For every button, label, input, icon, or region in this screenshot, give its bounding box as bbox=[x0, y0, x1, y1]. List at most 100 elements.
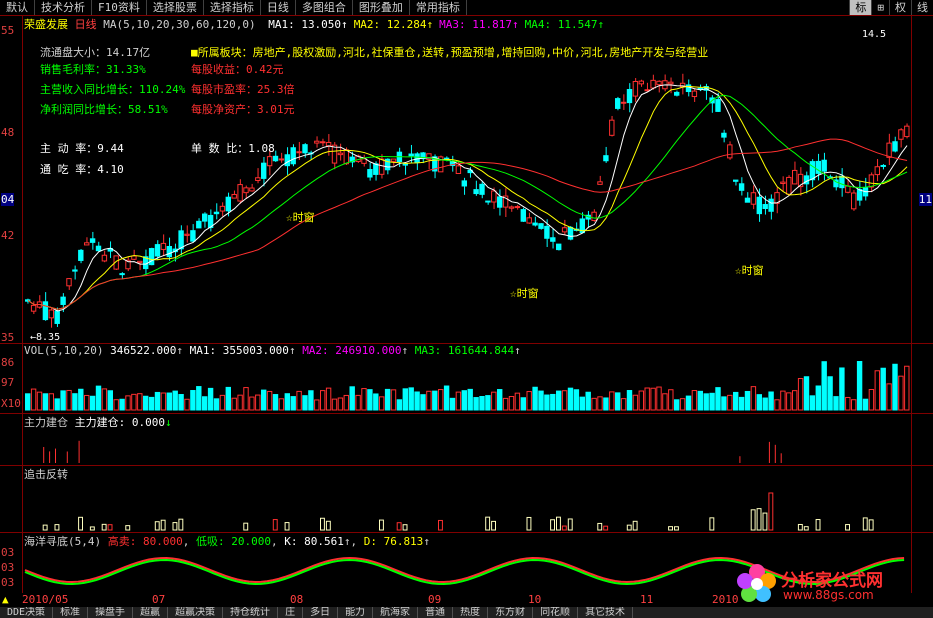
time-window-marker: ☆时窗 bbox=[510, 287, 539, 300]
candle bbox=[101, 254, 108, 262]
candle bbox=[603, 155, 609, 162]
candle bbox=[744, 197, 751, 203]
candle bbox=[550, 237, 556, 242]
candle bbox=[249, 187, 255, 192]
active-rate: 主 动 率：9.44 bbox=[40, 142, 124, 155]
candle bbox=[880, 164, 886, 167]
candle bbox=[414, 153, 420, 163]
bottom-tab[interactable]: 普通 bbox=[418, 607, 454, 618]
profit-growth: 净利润同比增长：58.51% bbox=[40, 103, 168, 116]
candle bbox=[514, 206, 521, 209]
candle bbox=[373, 163, 379, 175]
candle bbox=[650, 79, 656, 89]
candle bbox=[556, 243, 562, 251]
bottom-tab[interactable]: 能力 bbox=[338, 607, 374, 618]
y-tick: X10 bbox=[1, 397, 21, 410]
candle bbox=[715, 99, 721, 112]
candle bbox=[426, 153, 432, 160]
candle bbox=[886, 142, 892, 158]
candle bbox=[526, 217, 532, 224]
bottom-tab[interactable]: 超赢决策 bbox=[168, 607, 224, 618]
candle bbox=[284, 154, 291, 167]
bottom-tab[interactable]: 航海家 bbox=[373, 607, 419, 618]
bottom-tab[interactable]: 超赢 bbox=[133, 607, 169, 618]
y-tick: 03 bbox=[1, 546, 15, 559]
candle bbox=[325, 141, 332, 147]
high-price-label: 14.5 bbox=[862, 29, 887, 40]
candle bbox=[337, 152, 344, 156]
candle bbox=[213, 211, 220, 215]
ind3-y-axis: 03 03 03 bbox=[0, 533, 23, 593]
candle bbox=[408, 153, 414, 157]
candle bbox=[160, 242, 167, 250]
sector-info: ■所属板块：房地产,股权激励,河北,社保重仓,送转,预盈预增,增持回购,中价,河… bbox=[191, 46, 709, 59]
bottom-tab[interactable]: 持仓统计 bbox=[223, 607, 279, 618]
candle bbox=[154, 244, 161, 257]
candle bbox=[219, 205, 226, 212]
date-label: 09 bbox=[428, 593, 442, 606]
bottom-tab[interactable]: 多日 bbox=[303, 607, 339, 618]
bottom-tab[interactable]: 热度 bbox=[453, 607, 489, 618]
candle bbox=[845, 185, 851, 193]
candle bbox=[131, 255, 137, 260]
bottom-tab[interactable]: 庄 bbox=[278, 607, 304, 618]
candle bbox=[261, 162, 267, 179]
candle bbox=[343, 149, 350, 165]
candle bbox=[756, 196, 762, 215]
ind2-y-axis bbox=[0, 466, 23, 533]
date-label: 08 bbox=[290, 593, 304, 606]
candle bbox=[620, 101, 627, 104]
candle bbox=[266, 156, 273, 167]
bottom-tab[interactable]: 东方财 bbox=[488, 607, 534, 618]
volume-panel: 86 97 X10 VOL(5,10,20) 346522.000↑ MA1: … bbox=[0, 343, 933, 414]
single-ratio: 单 数 比：1.08 bbox=[191, 142, 275, 155]
candle bbox=[567, 226, 574, 240]
time-window-marker: ☆时窗 bbox=[735, 264, 764, 277]
candle bbox=[856, 188, 863, 201]
candle bbox=[520, 209, 526, 222]
candle bbox=[137, 260, 143, 264]
date-label: 11 bbox=[640, 593, 654, 606]
candle bbox=[544, 225, 550, 239]
date-label: 10 bbox=[528, 593, 542, 606]
bottom-tab[interactable]: 其它技术 bbox=[578, 607, 634, 618]
bottom-tab[interactable]: 操盘手 bbox=[88, 607, 134, 618]
candle bbox=[178, 230, 184, 250]
candle bbox=[691, 90, 698, 98]
candle bbox=[455, 165, 462, 174]
indicator-panel-2: 追击反转 bbox=[0, 465, 933, 533]
scroll-left-icon[interactable]: ▲ bbox=[2, 593, 9, 606]
candle bbox=[656, 80, 662, 86]
watermark-logo: 分析家公式网 www.88gs.com bbox=[735, 562, 931, 606]
bottom-tab[interactable]: 同花顺 bbox=[533, 607, 579, 618]
candle bbox=[538, 223, 544, 229]
candle bbox=[532, 222, 538, 226]
y-tick: 86 bbox=[1, 356, 15, 369]
candle bbox=[166, 246, 173, 258]
candle bbox=[196, 220, 202, 229]
candle bbox=[668, 81, 674, 85]
candle bbox=[868, 174, 875, 188]
bottom-tab[interactable]: DDE决策 bbox=[0, 607, 54, 618]
ind2-y-axis-right bbox=[911, 466, 933, 533]
candle bbox=[42, 301, 49, 321]
vol-y-axis-right bbox=[911, 344, 933, 414]
candle bbox=[750, 192, 757, 205]
vol-header: VOL(5,10,20) 346522.000↑ MA1: 355003.000… bbox=[24, 344, 521, 357]
candle bbox=[792, 169, 798, 185]
candle bbox=[839, 175, 845, 189]
candle bbox=[461, 180, 468, 187]
candle bbox=[290, 147, 296, 165]
candle bbox=[272, 155, 279, 162]
candle bbox=[561, 227, 568, 233]
candle bbox=[331, 144, 338, 164]
flower-logo-icon bbox=[737, 564, 776, 602]
date-label: 2010/05 bbox=[22, 593, 69, 606]
bottom-tabs: DDE决策 标准 操盘手 超赢 超赢决策 持仓统计庄多日 能力 航海家 普通 热度 东方财 同花顺 其它… bbox=[0, 607, 933, 618]
candle bbox=[202, 213, 208, 222]
candle bbox=[119, 273, 125, 276]
candle bbox=[874, 166, 880, 176]
bottom-tab[interactable]: 标准 bbox=[53, 607, 89, 618]
candle bbox=[184, 233, 190, 236]
ma-line bbox=[27, 138, 908, 310]
